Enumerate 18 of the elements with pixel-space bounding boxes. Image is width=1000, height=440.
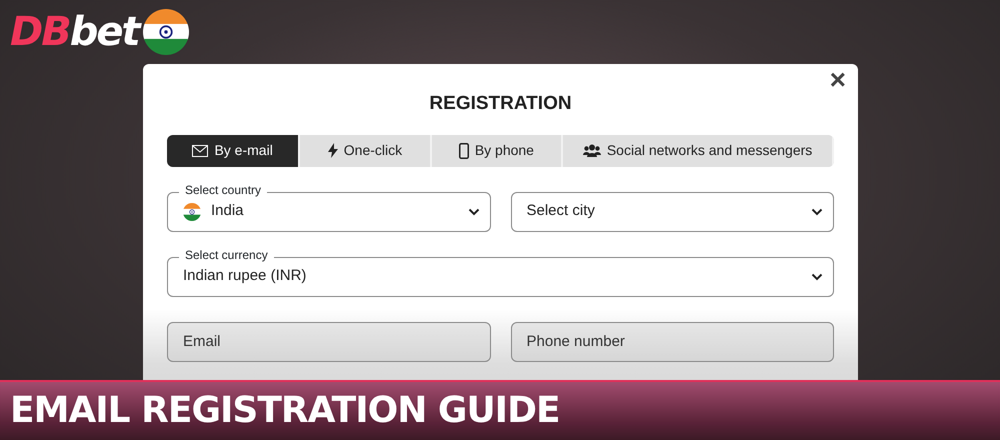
- input-field[interactable]: Phone number: [510, 322, 834, 362]
- chevron-down-icon: [811, 272, 823, 280]
- lightning-icon: [328, 143, 338, 158]
- logo: DBbet: [10, 12, 139, 52]
- tab[interactable]: By e-mail: [167, 134, 300, 166]
- envelope-icon: [192, 144, 208, 156]
- chevron-down-icon: [811, 208, 823, 216]
- close-button[interactable]: ×: [826, 66, 850, 94]
- chevron-down-icon: [468, 208, 480, 216]
- field-label: Select currency: [179, 248, 274, 262]
- select-field[interactable]: Select city: [510, 192, 834, 232]
- dialog-title: REGISTRATION: [428, 92, 573, 116]
- input-field[interactable]: Email: [167, 322, 490, 362]
- people-icon: [582, 144, 601, 157]
- phone-icon: [458, 142, 469, 158]
- banner-title: EMAIL REGISTRATION GUIDE: [10, 389, 560, 433]
- field-label: Select country: [179, 182, 268, 197]
- india-flag-icon: [142, 9, 189, 55]
